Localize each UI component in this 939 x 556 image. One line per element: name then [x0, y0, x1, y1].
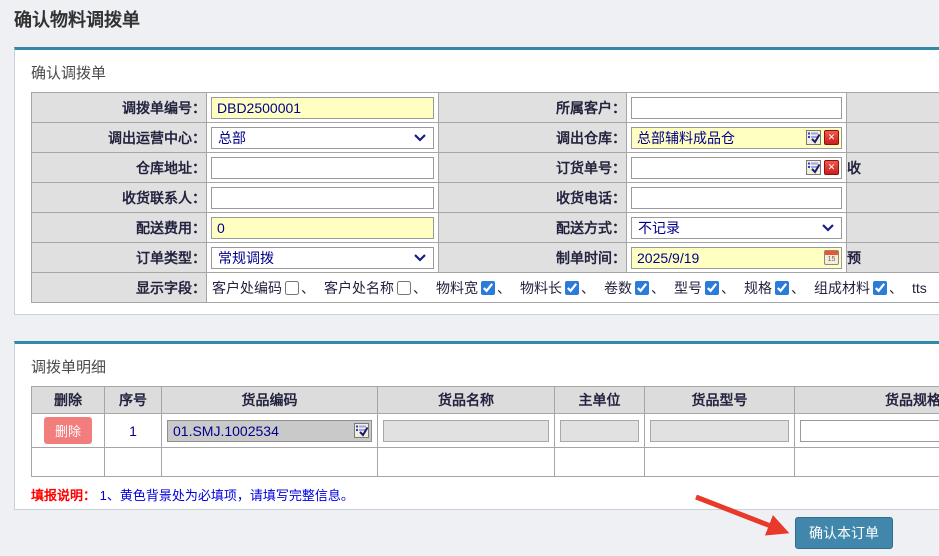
option-label: 客户处编码 [212, 278, 282, 298]
header-delete: 删除 [32, 387, 105, 414]
confirm-order-button[interactable]: 确认本订单 [795, 517, 893, 549]
delivery-fee-input[interactable] [214, 218, 431, 238]
item-code-input[interactable] [170, 423, 351, 439]
confirm-panel-title: 确认调拨单 [31, 62, 939, 83]
receive-contact-input[interactable] [214, 188, 431, 208]
empty-cell [105, 448, 162, 477]
owner-customer-input[interactable] [634, 98, 839, 118]
empty-cell [378, 448, 555, 477]
empty-cell [555, 448, 645, 477]
header-main-unit: 主单位 [555, 387, 645, 414]
order-type-select[interactable]: 常规调拨 [211, 247, 434, 269]
delivery-fee-label: 配送费用： [32, 213, 207, 243]
order-ref-no-input[interactable] [634, 158, 803, 178]
picker-icon[interactable] [806, 130, 821, 145]
option-label: 型号 [674, 278, 702, 298]
out-warehouse-label: 调出仓库： [439, 123, 627, 153]
option-label: tts [912, 280, 927, 296]
calendar-icon[interactable]: 15 [824, 250, 839, 265]
option-label: 物料宽 [436, 278, 478, 298]
detail-panel-title: 调拨单明细 [31, 356, 939, 377]
fill-note-label: 填报说明： [31, 488, 96, 503]
order-type-value: 常规调拨 [218, 248, 274, 268]
picker-icon[interactable] [354, 423, 369, 438]
warehouse-addr-input[interactable] [214, 158, 431, 178]
label-cell-empty [847, 93, 939, 123]
clipped-label-expect: 预 [847, 243, 939, 273]
row-seq: 1 [105, 414, 162, 448]
empty-cell [795, 448, 939, 477]
clear-icon[interactable]: ✕ [824, 130, 839, 145]
option-checkbox-material-width[interactable] [481, 281, 495, 295]
confirm-form-grid: 调拨单编号： 所属客户： 调出运营中心： 总部 调出仓库： ✕ [31, 92, 939, 303]
receive-phone-input[interactable] [634, 188, 839, 208]
detail-table: 删除 序号 货品编码 货品名称 主单位 货品型号 货品规格 删除 1 [31, 386, 939, 477]
fill-note: 填报说明： 1、黄色背景处为必填项，请填写完整信息。 [31, 485, 939, 504]
option-checkbox-component-material[interactable] [873, 281, 887, 295]
option-label: 组成材料 [814, 278, 870, 298]
out-center-label: 调出运营中心： [32, 123, 207, 153]
empty-cell [32, 448, 105, 477]
detail-panel: 调拨单明细 删除 序号 货品编码 货品名称 主单位 货品型号 货品规格 删除 1 [14, 341, 939, 510]
create-time-input[interactable] [634, 248, 821, 268]
option-checkbox-roll-count[interactable] [635, 281, 649, 295]
delivery-mode-label: 配送方式： [439, 213, 627, 243]
display-fields-label: 显示字段： [32, 273, 207, 303]
display-fields-options: 客户处编码、 客户处名称、 物料宽、 物料长、 卷数、 型号、 规格、 组成材料… [207, 278, 939, 298]
clipped-label-receive: 收 [847, 153, 939, 183]
order-type-label: 订单类型： [32, 243, 207, 273]
label-cell-empty [847, 123, 939, 153]
order-no-input[interactable] [214, 98, 431, 118]
empty-cell [162, 448, 378, 477]
item-name-disabled-input [383, 420, 549, 442]
chevron-down-icon [413, 133, 427, 142]
main-unit-disabled-input [560, 420, 639, 442]
option-checkbox-customer-code[interactable] [285, 281, 299, 295]
option-checkbox-material-length[interactable] [565, 281, 579, 295]
page-title: 确认物料调拨单 [14, 6, 140, 32]
label-cell-empty [847, 213, 939, 243]
order-ref-no-label: 订货单号： [439, 153, 627, 183]
header-item-model: 货品型号 [645, 387, 795, 414]
option-label: 卷数 [604, 278, 632, 298]
warehouse-addr-label: 仓库地址： [32, 153, 207, 183]
option-checkbox-customer-name[interactable] [397, 281, 411, 295]
owner-customer-label: 所属客户： [439, 93, 627, 123]
order-no-label: 调拨单编号： [32, 93, 207, 123]
header-item-spec: 货品规格 [795, 387, 939, 414]
detail-empty-row [32, 448, 939, 477]
out-center-value: 总部 [218, 128, 246, 148]
header-item-code: 货品编码 [162, 387, 378, 414]
option-checkbox-model[interactable] [705, 281, 719, 295]
chevron-down-icon [821, 223, 835, 232]
empty-cell [645, 448, 795, 477]
confirm-order-panel: 确认调拨单 调拨单编号： 所属客户： 调出运营中心： 总部 调出仓库： [14, 47, 939, 315]
delivery-mode-value: 不记录 [638, 218, 680, 238]
detail-data-row: 删除 1 [32, 414, 939, 448]
clear-icon[interactable]: ✕ [824, 160, 839, 175]
item-model-disabled-input [650, 420, 789, 442]
receive-phone-label: 收货电话： [439, 183, 627, 213]
detail-header-row: 删除 序号 货品编码 货品名称 主单位 货品型号 货品规格 [32, 387, 939, 414]
delete-row-button[interactable]: 删除 [44, 417, 92, 444]
option-label: 客户处名称 [324, 278, 394, 298]
receive-contact-label: 收货联系人： [32, 183, 207, 213]
fill-note-text: 1、黄色背景处为必填项，请填写完整信息。 [100, 488, 354, 503]
create-time-label: 制单时间： [439, 243, 627, 273]
header-item-name: 货品名称 [378, 387, 555, 414]
header-seq: 序号 [105, 387, 162, 414]
out-warehouse-input[interactable] [634, 128, 803, 148]
picker-icon[interactable] [806, 160, 821, 175]
option-label: 规格 [744, 278, 772, 298]
out-center-select[interactable]: 总部 [211, 127, 434, 149]
option-checkbox-spec[interactable] [775, 281, 789, 295]
chevron-down-icon [413, 253, 427, 262]
label-cell-empty [847, 183, 939, 213]
item-spec-input[interactable] [801, 421, 939, 441]
delivery-mode-select[interactable]: 不记录 [631, 217, 842, 239]
option-label: 物料长 [520, 278, 562, 298]
